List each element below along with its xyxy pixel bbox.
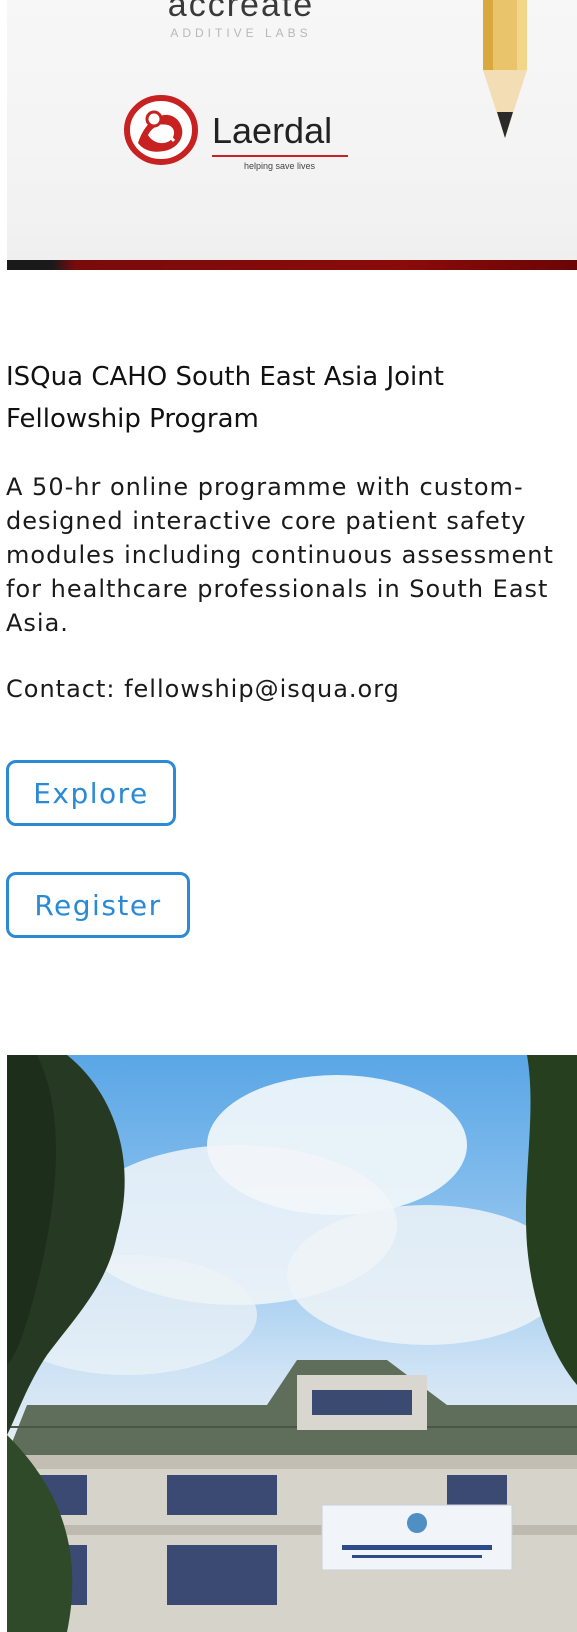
banner-bottom-stripe: [7, 260, 577, 270]
accreate-logo-subtitle: ADDITIVE LABS: [170, 26, 312, 40]
program-description: A 50-hr online programme with custom-des…: [6, 473, 554, 637]
register-button[interactable]: Register: [6, 872, 190, 938]
campus-building-photo: [7, 1055, 577, 1632]
building-scene: [7, 1055, 577, 1632]
pencil-icon: [483, 0, 527, 138]
laerdal-logo-name: Laerdal: [212, 110, 333, 151]
laerdal-emblem-icon: [124, 95, 198, 165]
program-contact: Contact: fellowship@isqua.org: [6, 675, 400, 703]
program-title: ISQua CAHO South East Asia Joint Fellows…: [6, 362, 444, 434]
accreate-logo: accreate ADDITIVE LABS: [141, 0, 341, 40]
accreate-logo-word: accreate: [167, 0, 315, 24]
laerdal-logo-rule: [212, 155, 348, 157]
partner-logos-image: accreate ADDITIVE LABS Laerdal helping s…: [7, 0, 577, 270]
laerdal-logo: Laerdal helping save lives: [124, 95, 354, 175]
explore-button[interactable]: Explore: [6, 760, 176, 826]
laerdal-logo-tagline: helping save lives: [244, 161, 316, 171]
page: accreate ADDITIVE LABS Laerdal helping s…: [0, 0, 577, 1632]
